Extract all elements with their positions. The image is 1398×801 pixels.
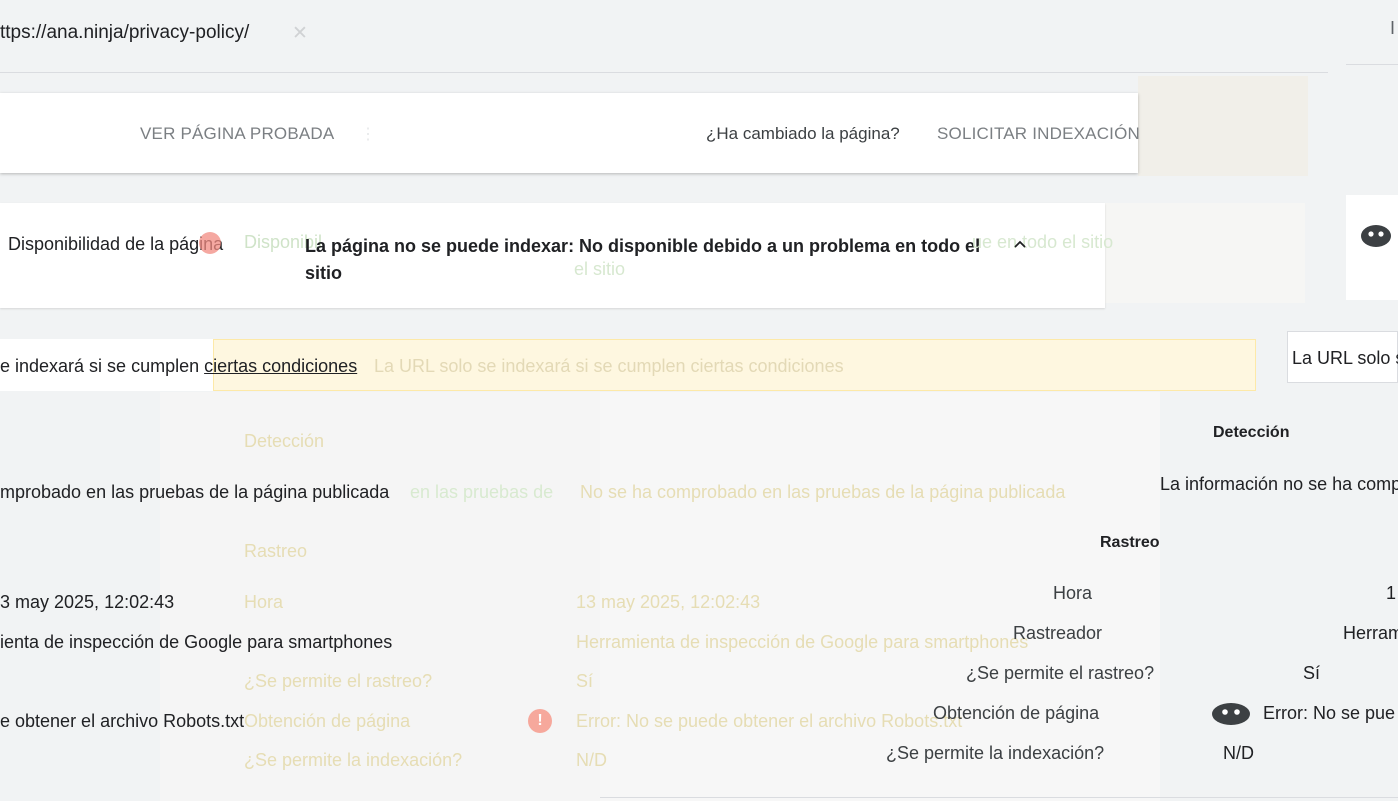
time-ghost-value: 13 may 2025, 12:02:43	[576, 592, 761, 612]
condition-text: e indexará si se cumplen ciertas condici…	[0, 356, 357, 377]
indexing-allowed-label: ¿Se permite la indexación?	[886, 743, 1105, 763]
indexing-ghost-value: N/D	[576, 750, 607, 770]
url-clear-icon: ✕	[292, 23, 308, 44]
action-card-ghost	[1138, 76, 1308, 176]
bottom-divider	[600, 797, 1398, 798]
indexing-allowed-value: N/D	[1223, 743, 1254, 763]
detection-ghost-title: Detección	[244, 431, 325, 451]
crawl-title: Rastreo	[1100, 534, 1160, 551]
ghost-column-shade	[160, 392, 600, 801]
time-value-left: 3 may 2025, 12:02:43	[0, 592, 175, 612]
fetch-value-right: Error: No se pue	[1263, 703, 1396, 723]
availability-ghost-message: ue en todo el sitio	[972, 232, 1114, 252]
indexing-ghost-label: ¿Se permite la indexación?	[244, 750, 463, 770]
time-value-right: 1	[1386, 583, 1397, 603]
crawl-ghost-title: Rastreo	[244, 541, 308, 561]
crawler-value-left: ienta de inspección de Google para smart…	[0, 632, 393, 652]
right-edge-mark: I	[1390, 18, 1396, 38]
view-tested-page-button[interactable]: VER PÁGINA PROBADA	[140, 124, 334, 144]
more-options-ghost-icon: ⋮	[360, 126, 376, 143]
detection-ghost-2: No se ha comprobado en las pruebas de la…	[580, 482, 1066, 502]
condition-text-before: e indexará si se cumplen	[0, 356, 205, 376]
url-text[interactable]: ttps://ana.ninja/privacy-policy/	[0, 22, 249, 44]
crawler-ghost-value: Herramienta de inspección de Google para…	[576, 632, 1029, 652]
availability-message: La página no se puede indexar: No dispon…	[305, 236, 981, 283]
fetch-ghost-label: Obtención de página	[244, 711, 411, 731]
crawl-allowed-ghost-value: Sí	[576, 671, 594, 691]
condition-right-text: La URL solo s	[1292, 348, 1398, 368]
crawler-label: Rastreador	[1013, 623, 1103, 643]
time-label: Hora	[1053, 583, 1093, 603]
warning-face-icon	[1212, 703, 1250, 725]
warning-face-icon	[1361, 225, 1391, 247]
crawl-allowed-value: Sí	[1303, 663, 1321, 683]
time-ghost-label: Hora	[244, 592, 284, 612]
fetch-value-left: e obtener el archivo Robots.txt	[0, 711, 245, 731]
detection-ghost-1: en las pruebas de	[410, 482, 554, 502]
page-changed-question: ¿Ha cambiado la página?	[706, 124, 900, 143]
detection-left-text: mprobado en las pruebas de la página pub…	[0, 482, 390, 502]
detection-right-text: La información no se ha comprobado	[1160, 474, 1398, 494]
crawl-allowed-label: ¿Se permite el rastreo?	[966, 663, 1155, 683]
fetch-error-icon: !	[528, 709, 552, 733]
conditions-link[interactable]: ciertas condiciones	[204, 356, 357, 376]
request-indexing-button[interactable]: SOLICITAR INDEXACIÓN	[937, 124, 1140, 144]
right-edge-divider	[1346, 64, 1398, 65]
detection-title: Detección	[1213, 424, 1290, 441]
availability-error-icon	[199, 232, 221, 254]
chevron-up-icon[interactable]	[1012, 236, 1028, 252]
crawl-allowed-ghost-label: ¿Se permite el rastreo?	[244, 671, 433, 691]
availability-card-ghost	[1105, 203, 1305, 303]
fetch-label: Obtención de página	[933, 703, 1100, 723]
condition-ghost-text: La URL solo se indexará si se cumplen ci…	[374, 356, 844, 376]
crawler-value-right: Herram	[1343, 623, 1398, 643]
availability-ghost-message-2: el sitio	[574, 259, 626, 279]
availability-label: Disponibilidad de la página	[8, 234, 224, 254]
fetch-ghost-value: Error: No se puede obtener el archivo Ro…	[576, 711, 963, 731]
